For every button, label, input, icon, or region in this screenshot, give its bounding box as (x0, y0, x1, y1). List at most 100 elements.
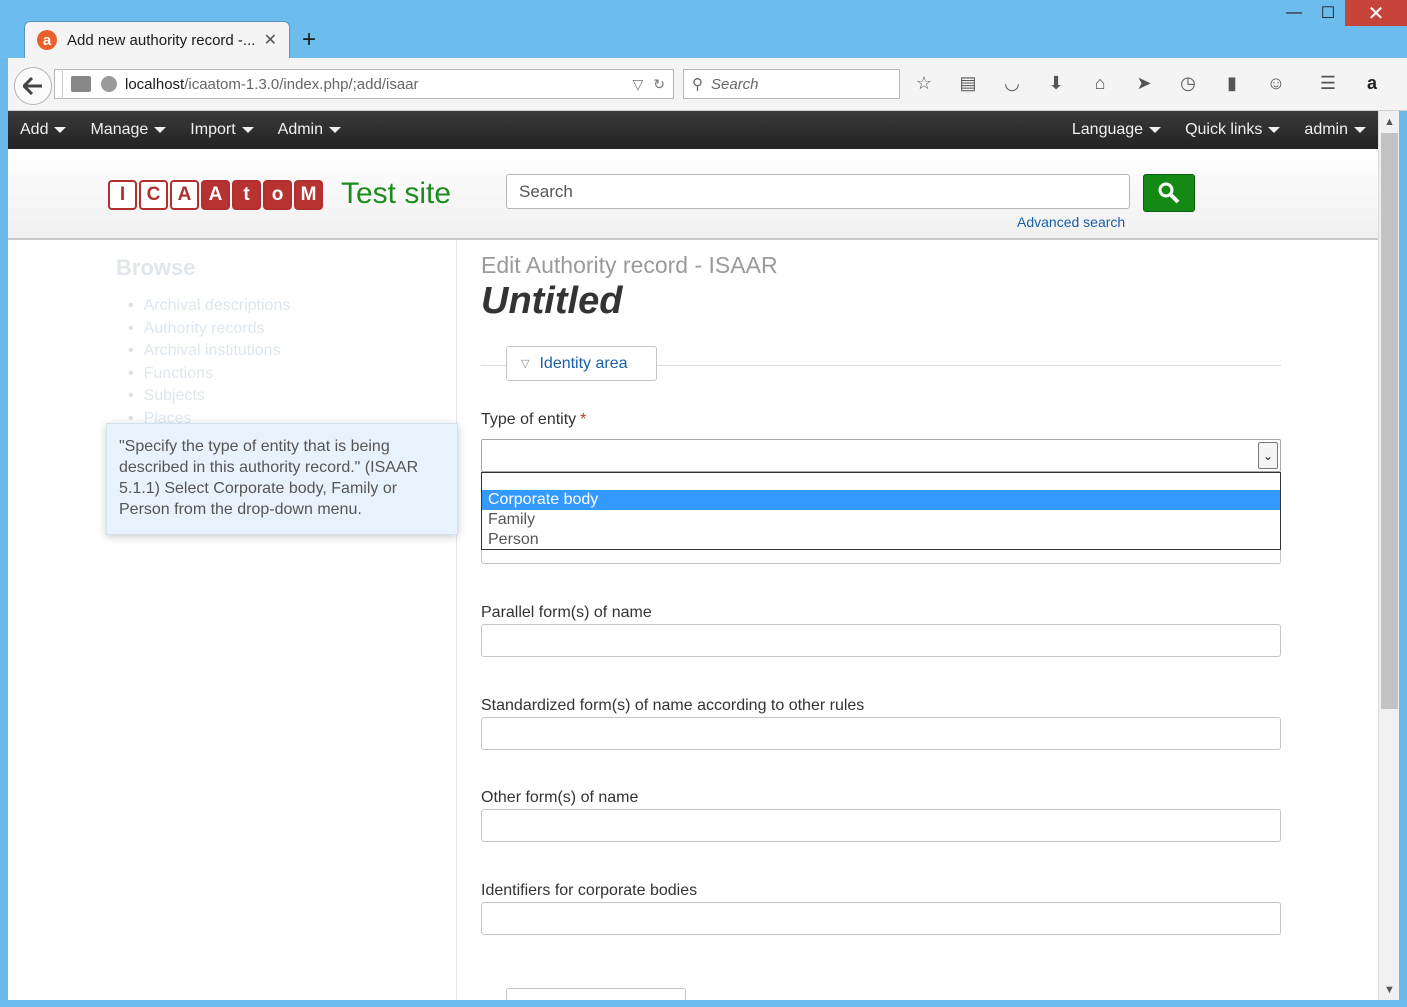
logo-letter: M (294, 180, 323, 210)
option-blank[interactable] (482, 473, 1280, 490)
scroll-up-icon[interactable]: ▲ (1379, 111, 1400, 132)
identity-area-toggle[interactable]: ▽ Identity area (506, 346, 657, 381)
browse-item-archival-institutions[interactable]: Archival institutions (128, 342, 290, 365)
window-titlebar: — ☐ ✕ a Add new authority record -... ✕ … (0, 0, 1407, 58)
nav-quick-links-label: Quick links (1185, 121, 1263, 138)
tab-groups-icon[interactable] (71, 76, 91, 92)
site-logo[interactable]: I C A A t o M (108, 180, 323, 210)
minimize-button[interactable]: — (1277, 0, 1311, 26)
collapse-triangle-icon: ▽ (521, 358, 530, 370)
browse-title: Browse (116, 255, 196, 280)
nav-admin-menu[interactable]: Admin (278, 121, 341, 139)
search-icon: ⚲ (692, 76, 703, 93)
advanced-search-link[interactable]: Advanced search (1017, 214, 1125, 230)
next-section-toggle[interactable] (506, 988, 686, 1000)
other-forms-label: Other form(s) of name (481, 789, 639, 806)
required-asterisk: * (580, 411, 587, 428)
nav-manage-menu[interactable]: Manage (90, 121, 167, 139)
pocket-icon[interactable]: ◡ (1001, 72, 1023, 94)
site-header: I C A A t o M Test site Search Advanced … (8, 149, 1378, 240)
download-icon[interactable]: ⬇ (1045, 72, 1067, 94)
browser-search-placeholder: Search (711, 75, 759, 93)
close-window-button[interactable]: ✕ (1345, 0, 1407, 26)
nav-language-menu[interactable]: Language (1072, 121, 1162, 139)
parallel-forms-input[interactable] (481, 624, 1281, 657)
menu-icon[interactable]: ☰ (1317, 72, 1339, 94)
site-favicon-icon: a (37, 30, 57, 50)
nav-manage-label: Manage (90, 121, 149, 138)
scroll-down-icon[interactable]: ▼ (1379, 979, 1400, 1000)
send-icon[interactable]: ➤ (1133, 72, 1155, 94)
chat-icon[interactable]: ☺ (1265, 72, 1287, 94)
new-tab-button[interactable]: + (302, 26, 316, 54)
tab-title: Add new authority record -... (67, 31, 256, 49)
standardized-forms-label: Standardized form(s) of name according t… (481, 697, 865, 714)
history-icon[interactable]: ◷ (1177, 72, 1199, 94)
type-of-entity-label: Type of entity * (481, 411, 586, 429)
option-family[interactable]: Family (482, 510, 1280, 530)
reload-icon[interactable]: ↻ (653, 76, 665, 93)
url-bar[interactable]: localhost /icaatom-1.3.0/index.php/;add/… (54, 69, 674, 99)
window-controls: — ☐ ✕ (1277, 0, 1407, 28)
chevron-down-icon[interactable]: ⌄ (1258, 442, 1278, 469)
type-of-entity-text: Type of entity (481, 411, 577, 428)
page-scrollbar[interactable]: ▲ ▼ (1378, 111, 1399, 1000)
nav-quick-links-menu[interactable]: Quick links (1185, 121, 1281, 139)
home-icon[interactable]: ⌂ (1089, 72, 1111, 94)
nav-add-label: Add (20, 121, 49, 138)
nav-user-menu[interactable]: admin (1304, 121, 1366, 139)
option-person[interactable]: Person (482, 530, 1280, 550)
back-arrow-icon[interactable] (14, 67, 52, 105)
caret-down-icon (1149, 127, 1162, 133)
logo-letter: A (201, 180, 230, 210)
parallel-forms-label: Parallel form(s) of name (481, 604, 652, 621)
amazon-icon[interactable]: a (1361, 72, 1383, 94)
magnifier-icon (1158, 182, 1180, 204)
nav-import-menu[interactable]: Import (190, 121, 254, 139)
field-help-tooltip: "Specify the type of entity that is bein… (106, 423, 458, 535)
browser-tab-active[interactable]: a Add new authority record -... ✕ (24, 21, 290, 58)
page-heading: Edit Authority record - ISAAR (481, 252, 778, 278)
tab-close-icon[interactable]: ✕ (264, 30, 277, 50)
globe-icon[interactable] (101, 76, 117, 92)
record-title: Untitled (481, 280, 623, 322)
browser-search-bar[interactable]: ⚲ Search (683, 69, 900, 99)
site-title[interactable]: Test site (341, 177, 451, 211)
nav-add-menu[interactable]: Add (20, 121, 67, 139)
page-viewport: Add Manage Import Admin Language Quick l… (8, 111, 1378, 1000)
top-navigation: Add Manage Import Admin Language Quick l… (8, 111, 1378, 149)
browse-item-subjects[interactable]: Subjects (128, 387, 290, 410)
site-search-input[interactable]: Search (506, 174, 1130, 209)
type-of-entity-select[interactable]: ⌄ (481, 439, 1281, 472)
notebook-icon[interactable]: ▮ (1221, 72, 1243, 94)
browse-item-archival-descriptions[interactable]: Archival descriptions (128, 297, 291, 320)
nav-admin-label: Admin (277, 121, 323, 138)
caret-down-icon (54, 127, 67, 133)
browse-item-functions[interactable]: Functions (128, 365, 290, 388)
url-host: localhost (125, 75, 185, 93)
browse-item-authority-records[interactable]: Authority records (128, 320, 290, 343)
logo-letter: o (263, 180, 292, 210)
logo-letter: C (139, 180, 168, 210)
site-search-button[interactable] (1143, 174, 1195, 212)
url-dropdown-icon[interactable]: ▽ (632, 76, 643, 93)
caret-down-icon (154, 127, 167, 133)
option-corporate-body[interactable]: Corporate body (482, 490, 1280, 510)
identifiers-label: Identifiers for corporate bodies (481, 882, 698, 899)
caret-down-icon (1354, 127, 1366, 133)
identifiers-input[interactable] (481, 902, 1281, 935)
toolbar-icons: ☆ ▤ ◡ ⬇ ⌂ ➤ ◷ ▮ ☺ ☰ a (913, 72, 1383, 94)
browser-navbar: localhost /icaatom-1.3.0/index.php/;add/… (8, 58, 1407, 111)
logo-letter: A (170, 180, 199, 210)
other-forms-input[interactable] (481, 809, 1281, 842)
caret-down-icon (329, 127, 341, 133)
identity-area-label: Identity area (539, 354, 628, 372)
nav-user-label: admin (1304, 121, 1348, 138)
scroll-thumb[interactable] (1381, 133, 1398, 709)
url-separator (55, 69, 63, 99)
standardized-forms-input[interactable] (481, 717, 1281, 750)
bookmark-star-icon[interactable]: ☆ (913, 72, 935, 94)
maximize-button[interactable]: ☐ (1311, 0, 1345, 26)
browse-sidebar: Browse Archival descriptions Authority r… (8, 240, 458, 1000)
reading-list-icon[interactable]: ▤ (957, 72, 979, 94)
